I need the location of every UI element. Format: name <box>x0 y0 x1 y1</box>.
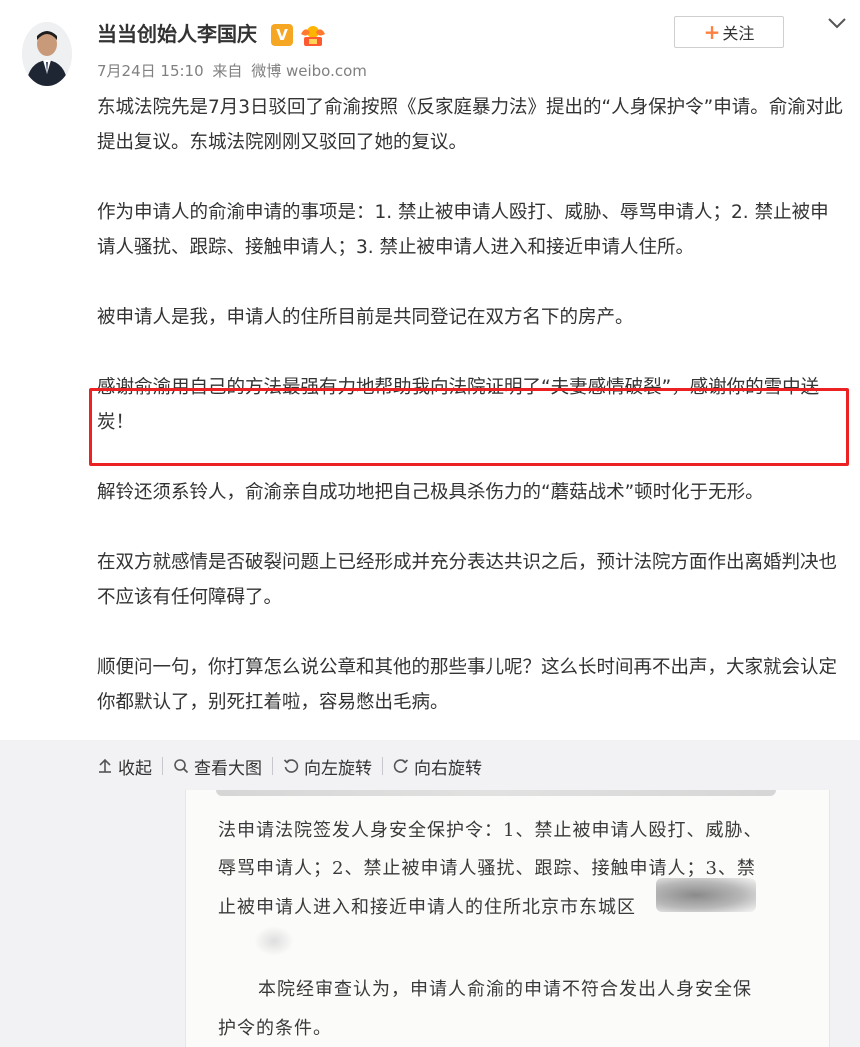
view-large-button[interactable]: 查看大图 <box>163 754 272 779</box>
rotate-right-button[interactable]: 向右旋转 <box>383 754 492 779</box>
redacted-address <box>656 878 756 912</box>
collapse-button[interactable]: 收起 <box>97 754 162 779</box>
author-avatar[interactable] <box>22 22 72 86</box>
post-paragraph: 东城法院先是7月3日驳回了俞渝按照《反家庭暴力法》提出的“人身保护令”申请。俞渝… <box>97 97 843 153</box>
rotate-left-icon <box>283 759 299 773</box>
verified-badge-icon: V <box>271 24 293 46</box>
document-line: 法申请法院签发人身安全保护令：1、禁止被申请人殴打、威胁、 <box>218 820 763 841</box>
post-paragraph: 在双方就感情是否破裂问题上已经形成并充分表达共识之后，预计法院方面作出离婚判决也… <box>97 552 838 608</box>
follow-label: 关注 <box>722 24 755 43</box>
plus-icon: + <box>703 20 721 44</box>
document-line: 止被申请人进入和接近申请人的住所北京市东城区 <box>218 897 636 918</box>
cropped-text-line <box>216 790 776 796</box>
redacted-mark <box>254 926 294 956</box>
post-paragraph: 解铃还须系铃人，俞渝亲自成功地把自己极具杀伤力的“蘑菇战术”顿时化于无形。 <box>97 482 764 503</box>
collapse-icon <box>99 758 111 773</box>
post-date[interactable]: 7月24日 15:10 <box>97 62 204 80</box>
rotate-left-button[interactable]: 向左旋转 <box>273 754 382 779</box>
rotate-right-label: 向右旋转 <box>414 758 482 779</box>
document-line: 本院经审查认为，申请人俞渝的申请不符合发出人身安全保 <box>258 979 752 1000</box>
highlight-box <box>89 388 849 466</box>
rotate-right-icon <box>393 759 409 773</box>
rotate-left-label: 向左旋转 <box>304 758 372 779</box>
view-large-label: 查看大图 <box>194 758 262 779</box>
post-paragraph: 作为申请人的俞渝申请的事项是：1. 禁止被申请人殴打、威胁、辱骂申请人；2. 禁… <box>97 202 829 258</box>
author-name[interactable]: 当当创始人李国庆 <box>97 18 257 47</box>
collapse-label: 收起 <box>118 758 152 779</box>
chevron-down-icon[interactable] <box>826 12 848 34</box>
document-line: 护令的条件。 <box>218 1018 332 1039</box>
search-icon <box>174 759 189 774</box>
attached-document-image[interactable]: 法申请法院签发人身安全保护令：1、禁止被申请人殴打、威胁、 辱骂申请人；2、禁止… <box>185 790 830 1047</box>
medal-badge-icon <box>298 22 328 48</box>
image-toolbar: 收起 查看大图 向左旋转 向右旋转 <box>97 752 492 780</box>
post-source[interactable]: 微博 weibo.com <box>251 62 367 80</box>
post-source-prefix: 来自 <box>212 62 243 80</box>
post-meta: 7月24日 15:10 来自 微博 weibo.com <box>97 60 371 81</box>
document-line: 辱骂申请人；2、禁止被申请人骚扰、跟踪、接触申请人；3、禁 <box>218 858 756 879</box>
follow-button[interactable]: + 关注 <box>674 16 784 48</box>
post-paragraph: 顺便问一句，你打算怎么说公章和其他的那些事儿呢？这么长时间再不出声，大家就会认定… <box>97 657 838 713</box>
post-paragraph: 被申请人是我，申请人的住所目前是共同登记在双方名下的房产。 <box>97 307 634 328</box>
